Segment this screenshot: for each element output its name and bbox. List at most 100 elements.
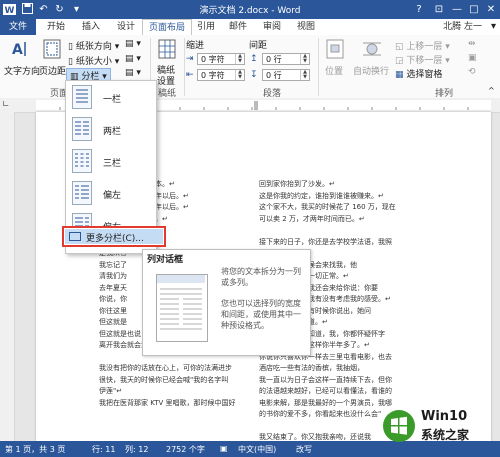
proofing-icon[interactable]: ▣ <box>220 444 228 453</box>
spinner-icon[interactable]: ▲ ▼ <box>300 54 309 64</box>
page-indicator[interactable]: 第 1 页，共 3 页 <box>5 444 65 455</box>
tab-file[interactable]: 文件 <box>0 19 36 35</box>
breaks-icon[interactable]: ▤ ▾ <box>125 39 141 49</box>
space-before-icon: ↥ <box>250 54 258 64</box>
dialog-preview-thumbnail <box>156 274 208 342</box>
menu-item-three-columns[interactable]: 三栏 <box>66 147 156 177</box>
doc-line: 这是你我的约定，谁抬到谁谁被赚来。↵ <box>259 191 384 200</box>
watermark-line1: Win10 <box>421 409 468 424</box>
tooltip-title: 列对话框 <box>147 255 184 265</box>
position-button[interactable]: 位置 <box>320 37 350 85</box>
title-bar: W ↶ ↻ ▾ 演示文档 2.docx - Word ? ⊡ — □ ✕ <box>0 0 500 19</box>
doc-line: 我没有把你的话放在心上，可你的法满进步 <box>99 364 232 372</box>
menu-item-two-columns[interactable]: 两栏 <box>66 115 156 145</box>
doc-line: 的法语越来越好，已经可以看懂法，看谁的 <box>259 387 392 395</box>
doc-line: 我把在医背那家 KTV 里唱歌，那时候中国好 <box>99 398 236 407</box>
maximize-button[interactable]: □ <box>465 2 483 17</box>
ribbon-tabs: 文件 开始 插入 设计 页面布局 引用 邮件 审阅 视图 北腾 左一 ▾ <box>0 19 500 37</box>
send-backward-icon: ◲ <box>395 56 404 66</box>
indent-right-icon: ⇤ <box>186 70 194 80</box>
align-icon[interactable]: ⇹ <box>468 39 476 49</box>
spinner-icon[interactable]: ▲ ▼ <box>300 70 309 80</box>
selection-pane-icon: ▦ <box>395 70 404 80</box>
draft-grid-icon <box>158 39 176 59</box>
help-button[interactable]: ? <box>410 2 428 17</box>
menu-item-one-column[interactable]: 一栏 <box>66 83 156 113</box>
three-columns-icon <box>72 149 92 173</box>
word-count[interactable]: 2752 个字 <box>166 444 205 455</box>
more-columns-icon <box>69 232 81 241</box>
ribbon-display-button[interactable]: ⊡ <box>430 2 448 17</box>
hyphenation-icon[interactable]: ▤ ▾ <box>125 68 141 78</box>
indent-label: 缩进 <box>186 41 205 51</box>
account-chevron-icon[interactable]: ▾ <box>491 21 496 32</box>
chevron-down-icon: ▾ <box>114 57 120 67</box>
win10-logo-icon <box>383 410 415 442</box>
left-column-icon <box>72 181 92 205</box>
line-numbers-icon[interactable]: ▤ ▾ <box>125 54 141 64</box>
indent-left-input[interactable]: 0 字符 ▲ ▼ <box>197 53 245 65</box>
tab-selector-icon[interactable]: ∟ <box>2 100 10 110</box>
selection-pane-button[interactable]: ▦ 选择窗格 <box>395 67 442 80</box>
chevron-down-icon: ▾ <box>114 42 120 52</box>
spinner-icon[interactable]: ▲ ▼ <box>235 70 244 80</box>
column-indicator: 列: 12 <box>125 445 149 454</box>
divider <box>184 38 185 96</box>
spinner-icon[interactable]: ▲ ▼ <box>235 54 244 64</box>
tab-insert[interactable]: 插入 <box>75 19 107 35</box>
space-before-input[interactable]: 0 行 ▲ ▼ <box>262 53 310 65</box>
indent-left-icon: ⇥ <box>186 54 194 64</box>
tooltip-description-2: 您也可以选择列的宽度和间距，或使用其中一种预设格式。 <box>221 299 301 330</box>
two-columns-icon <box>72 117 92 141</box>
rotate-icon[interactable]: ⟲ <box>468 67 476 77</box>
group-icon[interactable]: ▣ <box>468 53 477 63</box>
doc-line: 很快，我天的时候你已经会喊"我的名字叫 <box>99 375 229 384</box>
tooltip-description-1: 将您的文本拆分为一列或多列。 <box>221 267 301 287</box>
user-account[interactable]: 北腾 左一 <box>443 19 482 35</box>
size-button[interactable]: ▯ 纸张大小 ▾ <box>68 54 119 67</box>
line-indicator: 行: 11 <box>92 445 116 454</box>
language-indicator[interactable]: 中文(中国) <box>238 444 276 455</box>
position-icon <box>326 39 344 59</box>
doc-line: 接下来的日子，你还是去学校学法语，我照 <box>259 237 392 246</box>
margins-icon <box>43 39 61 59</box>
overtype-indicator[interactable]: 改写 <box>296 444 312 455</box>
margins-button[interactable]: 页边距 <box>38 37 68 85</box>
svg-text:A: A <box>12 42 23 58</box>
doc-line: 我一直以为日子会这样一直持续下去，但你 <box>259 375 392 384</box>
close-button[interactable]: ✕ <box>482 2 500 17</box>
one-column-icon <box>72 85 92 109</box>
watermark: Win10 系统之家 <box>382 408 494 444</box>
doc-line: 回到家你抬到了沙发。↵ <box>259 180 335 188</box>
draft-settings-button[interactable]: 稿纸 设置 <box>153 37 181 87</box>
collapse-ribbon-icon[interactable]: ^ <box>488 86 495 95</box>
tab-references[interactable]: 引用 <box>190 19 222 35</box>
menu-item-left[interactable]: 偏左 <box>66 179 156 209</box>
doc-line: 伊莲"↵ <box>99 387 123 395</box>
bring-forward-icon: ◱ <box>395 42 404 52</box>
indent-right-input[interactable]: 0 字符 ▲ ▼ <box>197 69 245 81</box>
bring-forward-button[interactable]: ◱ 上移一层 ▾ <box>395 39 450 52</box>
tab-review[interactable]: 审阅 <box>256 19 288 35</box>
tab-mailings[interactable]: 邮件 <box>222 19 254 35</box>
tab-home[interactable]: 开始 <box>40 19 72 35</box>
orientation-button[interactable]: ▯ 纸张方向 ▾ <box>68 39 119 52</box>
minimize-button[interactable]: — <box>448 2 466 17</box>
text-direction-button[interactable]: A 文字方向 <box>4 37 40 85</box>
wrap-text-icon <box>363 42 381 56</box>
more-columns-item[interactable]: 更多分栏(C)... <box>62 226 166 247</box>
doc-line <box>259 225 434 237</box>
space-after-input[interactable]: 0 行 ▲ ▼ <box>262 69 310 81</box>
doc-line: 可以卖 2 万，才两年时间而已。↵ <box>259 214 365 223</box>
text-direction-icon: A <box>12 42 26 58</box>
send-backward-button[interactable]: ◲ 下移一层 ▾ <box>395 53 450 66</box>
divider <box>318 38 319 96</box>
watermark-line2: 系统之家 <box>421 428 470 442</box>
tab-design[interactable]: 设计 <box>110 19 142 35</box>
wrap-text-button[interactable]: 自动换行 <box>352 37 392 85</box>
vertical-ruler[interactable] <box>0 112 15 441</box>
space-after-icon: ↧ <box>250 70 258 80</box>
tab-view[interactable]: 视图 <box>290 19 322 35</box>
size-icon: ▯ <box>68 57 73 67</box>
spacing-label: 间距 <box>249 41 268 51</box>
